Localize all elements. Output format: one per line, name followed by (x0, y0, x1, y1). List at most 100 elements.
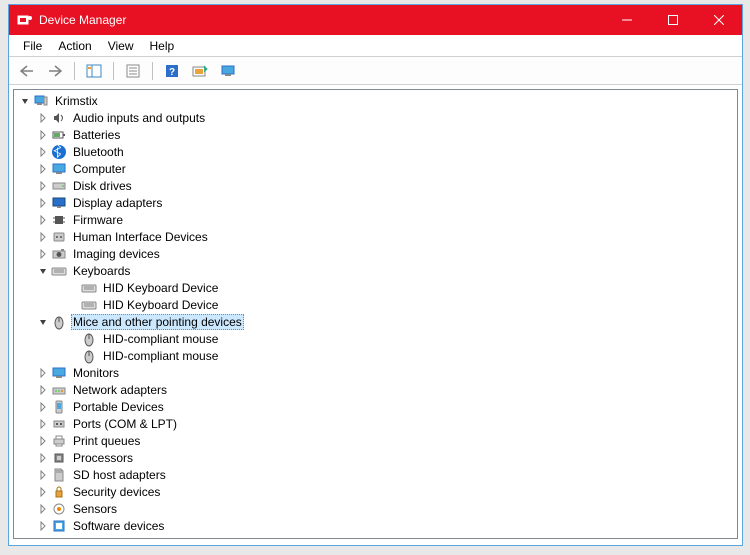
tree-category[interactable]: Imaging devices (14, 245, 737, 262)
help-button[interactable]: ? (160, 60, 184, 82)
tree-category[interactable]: Software devices (14, 517, 737, 534)
device-manager-icon (17, 12, 33, 28)
show-hide-tree-button[interactable] (82, 60, 106, 82)
tree-category-label: Computer (71, 162, 128, 176)
tree-device-label: HID Keyboard Device (101, 281, 220, 295)
monitor-icon (51, 365, 67, 381)
forward-button[interactable] (43, 60, 67, 82)
properties-button[interactable] (121, 60, 145, 82)
tree-category-label: Display adapters (71, 196, 164, 210)
tree-device-label: HID-compliant mouse (101, 332, 220, 346)
monitor-icon (51, 161, 67, 177)
expand-icon[interactable] (36, 213, 50, 227)
tree-category[interactable]: SD host adapters (14, 466, 737, 483)
tree-category[interactable]: Human Interface Devices (14, 228, 737, 245)
tree-category[interactable]: Ports (COM & LPT) (14, 415, 737, 432)
menu-view[interactable]: View (100, 37, 142, 55)
tree-category-label: Software devices (71, 519, 166, 533)
collapse-icon[interactable] (36, 264, 50, 278)
expand-icon[interactable] (36, 485, 50, 499)
expand-icon[interactable] (18, 94, 32, 108)
printer-icon (51, 433, 67, 449)
tree-category[interactable]: Processors (14, 449, 737, 466)
tree-category-label: Imaging devices (71, 247, 162, 261)
menu-help[interactable]: Help (142, 37, 183, 55)
tree-category[interactable]: Keyboards (14, 262, 737, 279)
expand-icon[interactable] (36, 128, 50, 142)
tree-category-label: Mice and other pointing devices (71, 314, 244, 330)
device-tree[interactable]: KrimstixAudio inputs and outputsBatterie… (13, 89, 738, 539)
tree-category[interactable]: Monitors (14, 364, 737, 381)
tree-device-label: HID-compliant mouse (101, 349, 220, 363)
expand-icon[interactable] (36, 400, 50, 414)
tree-category[interactable]: Bluetooth (14, 143, 737, 160)
sensor-icon (51, 501, 67, 517)
security-icon (51, 484, 67, 500)
tree-root-label: Krimstix (53, 94, 100, 108)
tree-category[interactable]: Security devices (14, 483, 737, 500)
tree-device-label: HID Keyboard Device (101, 298, 220, 312)
keyboard-icon (81, 297, 97, 313)
tree-device[interactable]: HID Keyboard Device (14, 279, 737, 296)
disk-icon (51, 178, 67, 194)
tree-device[interactable]: HID Keyboard Device (14, 296, 737, 313)
tree-category[interactable]: Sensors (14, 500, 737, 517)
expand-icon[interactable] (36, 145, 50, 159)
hid-icon (51, 229, 67, 245)
tree-category-label: Print queues (71, 434, 142, 448)
tree-category[interactable]: Computer (14, 160, 737, 177)
tree-device[interactable]: HID-compliant mouse (14, 347, 737, 364)
back-button[interactable] (15, 60, 39, 82)
close-button[interactable] (696, 5, 742, 35)
cpu-icon (51, 450, 67, 466)
tree-category[interactable]: Display adapters (14, 194, 737, 211)
expand-icon[interactable] (36, 468, 50, 482)
menu-action[interactable]: Action (50, 37, 99, 55)
expand-icon[interactable] (36, 383, 50, 397)
computer-icon (33, 93, 49, 109)
tree-category[interactable]: Audio inputs and outputs (14, 109, 737, 126)
tree-category-label: Ports (COM & LPT) (71, 417, 179, 431)
expand-icon[interactable] (36, 434, 50, 448)
tree-category-label: Network adapters (71, 383, 169, 397)
expand-icon[interactable] (36, 111, 50, 125)
expand-icon[interactable] (36, 519, 50, 533)
tree-root[interactable]: Krimstix (14, 92, 737, 109)
mouse-icon (81, 348, 97, 364)
device-manager-window: Device Manager File Action View Help (8, 4, 743, 546)
tree-category[interactable]: Firmware (14, 211, 737, 228)
expand-icon[interactable] (36, 417, 50, 431)
tree-category[interactable]: Disk drives (14, 177, 737, 194)
tree-category[interactable]: Print queues (14, 432, 737, 449)
tree-device[interactable]: HID-compliant mouse (14, 330, 737, 347)
network-icon (51, 382, 67, 398)
expand-icon[interactable] (36, 162, 50, 176)
tree-category-label: Human Interface Devices (71, 230, 210, 244)
expand-icon[interactable] (36, 366, 50, 380)
expand-icon[interactable] (36, 196, 50, 210)
expand-icon[interactable] (36, 247, 50, 261)
expand-icon[interactable] (36, 179, 50, 193)
collapse-icon[interactable] (36, 315, 50, 329)
tree-category[interactable]: Mice and other pointing devices (14, 313, 737, 330)
scan-hardware-button[interactable] (188, 60, 212, 82)
tree-category[interactable]: Portable Devices (14, 398, 737, 415)
expand-icon[interactable] (36, 230, 50, 244)
view-devices-button[interactable] (216, 60, 240, 82)
keyboard-icon (81, 280, 97, 296)
tree-category-label: Keyboards (71, 264, 132, 278)
tree-category-label: Firmware (71, 213, 125, 227)
expand-icon[interactable] (36, 502, 50, 516)
tree-category[interactable]: Batteries (14, 126, 737, 143)
menu-file[interactable]: File (15, 37, 50, 55)
expand-icon[interactable] (36, 451, 50, 465)
mouse-icon (81, 331, 97, 347)
camera-icon (51, 246, 67, 262)
tree-category[interactable]: Network adapters (14, 381, 737, 398)
port-icon (51, 416, 67, 432)
tree-category-label: Sensors (71, 502, 119, 516)
minimize-button[interactable] (604, 5, 650, 35)
mouse-icon (51, 314, 67, 330)
titlebar: Device Manager (9, 5, 742, 35)
maximize-button[interactable] (650, 5, 696, 35)
